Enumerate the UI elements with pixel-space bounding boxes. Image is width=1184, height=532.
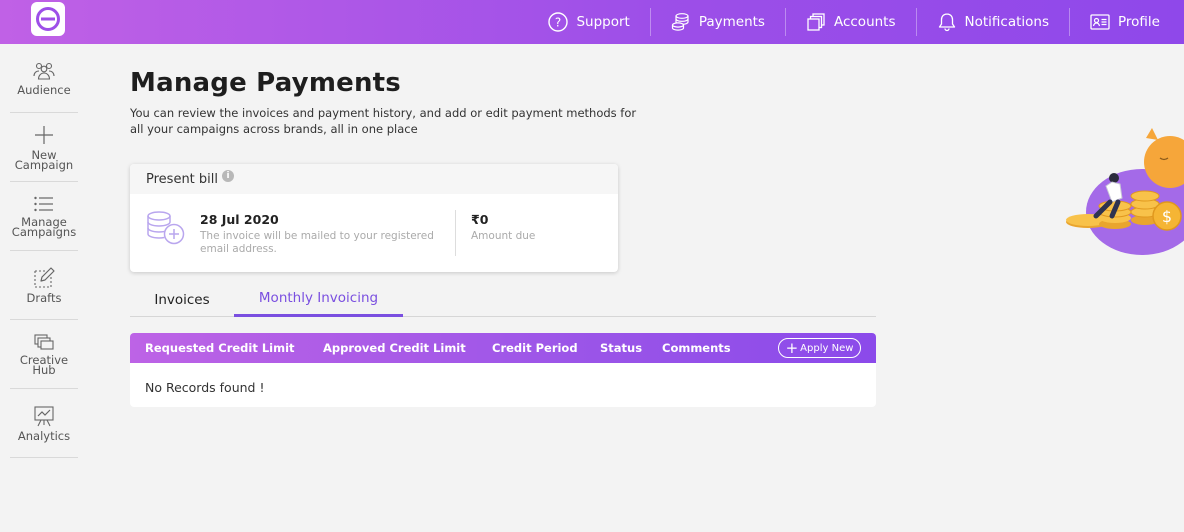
page-subtitle: You can review the invoices and payment … <box>130 106 637 136</box>
empty-state: No Records found ! <box>145 380 265 395</box>
sidebar: Audience New Campaign Manage Campaigns D… <box>10 44 78 458</box>
apply-new-label: Apply New <box>800 342 854 354</box>
amount-due-value: ₹0 <box>471 212 489 227</box>
tab-monthly-invoicing[interactable]: Monthly Invoicing <box>234 282 403 317</box>
present-bill-card: Present bill i 28 Jul 2020 The invoice w… <box>130 164 618 272</box>
stacked-windows-icon <box>807 13 825 31</box>
coins-icon <box>671 13 689 31</box>
bill-divider <box>455 210 456 256</box>
sidebar-item-label: Analytics <box>17 429 71 443</box>
sidebar-item-creative-hub[interactable]: Creative Hub <box>10 320 78 389</box>
sidebar-item-label: Manage Campaigns <box>11 215 77 239</box>
invoice-tabs: Invoices Monthly Invoicing <box>130 282 876 317</box>
nav-support[interactable]: ? Support <box>528 8 649 36</box>
sidebar-item-label: Creative Hub <box>19 353 69 377</box>
audience-icon <box>33 62 55 80</box>
nav-notifications-label: Notifications <box>964 14 1050 30</box>
gallery-icon <box>34 334 54 350</box>
bill-header-label: Present bill <box>146 171 218 187</box>
edit-icon <box>34 267 55 288</box>
column-header: Comments <box>662 341 731 355</box>
sidebar-item-audience[interactable]: Audience <box>10 44 78 113</box>
logo-icon <box>36 7 60 31</box>
credit-table: Requested Credit Limit Approved Credit L… <box>130 333 876 407</box>
column-header: Credit Period <box>492 341 578 355</box>
nav-payments-label: Payments <box>698 14 765 30</box>
bill-note: The invoice will be mailed to your regis… <box>200 230 434 255</box>
plus-icon: + <box>785 339 799 357</box>
sidebar-item-new-campaign[interactable]: New Campaign <box>10 113 78 182</box>
question-circle-icon: ? <box>548 12 569 32</box>
nav-payments[interactable]: Payments <box>651 8 785 36</box>
piggy-bank-illustration: $ <box>1066 128 1184 255</box>
coins-plus-icon <box>147 211 185 245</box>
list-icon <box>34 196 53 212</box>
svg-text:$: $ <box>1162 207 1172 226</box>
sidebar-item-manage-campaigns[interactable]: Manage Campaigns <box>10 182 78 251</box>
svg-text:?: ? <box>555 16 561 30</box>
nav-notifications[interactable]: Notifications <box>917 8 1070 36</box>
page-title: Manage Payments <box>130 68 401 98</box>
apply-new-button[interactable]: + Apply New <box>778 338 861 358</box>
top-bar: ? Support Payments Accounts Notification… <box>0 0 1184 44</box>
nav-profile[interactable]: Profile <box>1070 8 1184 36</box>
top-nav: ? Support Payments Accounts Notification… <box>528 0 1184 44</box>
nav-profile-label: Profile <box>1118 14 1160 30</box>
sidebar-item-label: Audience <box>17 83 71 97</box>
bell-icon <box>938 13 955 32</box>
sidebar-item-label: Drafts <box>26 291 62 305</box>
chart-board-icon <box>34 406 54 427</box>
id-card-icon <box>1090 14 1110 30</box>
sidebar-item-analytics[interactable]: Analytics <box>10 389 78 458</box>
plus-icon <box>35 126 53 144</box>
table-header: Requested Credit Limit Approved Credit L… <box>130 333 876 363</box>
amount-due-label: Amount due <box>471 230 536 242</box>
column-header: Requested Credit Limit <box>145 341 295 355</box>
tab-invoices[interactable]: Invoices <box>130 282 234 317</box>
bill-date: 28 Jul 2020 <box>200 212 279 227</box>
column-header: Status <box>600 341 643 355</box>
nav-accounts-label: Accounts <box>833 14 896 30</box>
column-header: Approved Credit Limit <box>323 341 466 355</box>
sidebar-item-label: New Campaign <box>14 148 74 172</box>
nav-support-label: Support <box>576 14 630 30</box>
bill-body: 28 Jul 2020 The invoice will be mailed t… <box>130 194 618 272</box>
nav-accounts[interactable]: Accounts <box>786 8 916 36</box>
sidebar-item-drafts[interactable]: Drafts <box>10 251 78 320</box>
info-icon[interactable]: i <box>222 170 234 182</box>
bill-header: Present bill i <box>130 164 618 194</box>
brand-logo[interactable] <box>31 2 65 36</box>
